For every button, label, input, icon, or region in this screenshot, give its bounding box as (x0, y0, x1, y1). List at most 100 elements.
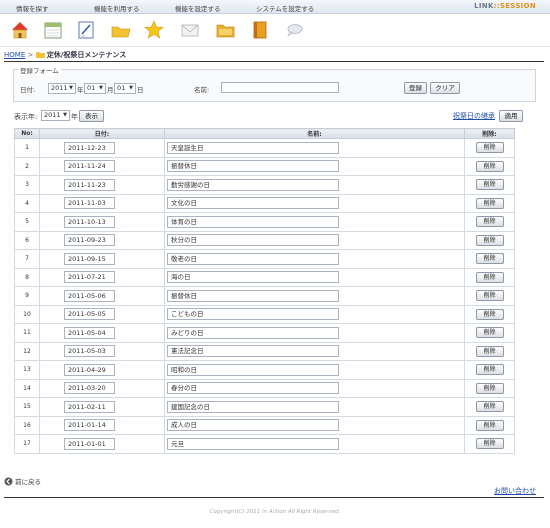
breadcrumb-home-link[interactable]: HOME (4, 51, 25, 59)
table-row: 9 2011-05-06 振替休日 削除 (14, 286, 515, 306)
date-input[interactable]: 2011-02-11 (64, 400, 115, 413)
table-row: 7 2011-09-15 敬老の日 削除 (14, 249, 515, 269)
nav-configure-features[interactable]: 機能を設定する (175, 3, 221, 13)
display-year-select[interactable]: 2011 ▼ (41, 110, 70, 121)
delete-button[interactable]: 削除 (475, 197, 504, 209)
dropdown-arrow-icon: ▼ (69, 85, 73, 91)
date-cell: 2011-02-11 (39, 397, 165, 417)
contact-link[interactable]: お問い合わせ (494, 486, 536, 496)
date-input[interactable]: 2011-01-14 (64, 419, 115, 432)
delete-button[interactable]: 削除 (475, 327, 504, 339)
register-button[interactable]: 登録 (404, 82, 427, 94)
date-input[interactable]: 2011-01-01 (64, 437, 115, 450)
date-cell: 2011-11-03 (39, 193, 165, 213)
date-input[interactable]: 2011-03-20 (64, 382, 115, 395)
date-input[interactable]: 2011-05-05 (64, 308, 115, 321)
holiday-name-input[interactable]: 天皇誕生日 (167, 141, 339, 154)
mail-icon[interactable] (180, 20, 200, 40)
row-number: 6 (14, 230, 40, 250)
chat-icon[interactable] (284, 20, 304, 40)
delete-button[interactable]: 削除 (475, 179, 504, 191)
name-cell: 昭和の日 (164, 360, 465, 380)
delete-button[interactable]: 削除 (475, 364, 504, 376)
folder-open-icon[interactable] (216, 20, 236, 40)
holiday-name-input[interactable]: 海の日 (167, 271, 339, 284)
dropdown-arrow-icon: ▼ (99, 85, 103, 91)
holiday-name-input[interactable]: 昭和の日 (167, 363, 339, 376)
nav-use-features[interactable]: 機能を利用する (94, 3, 140, 13)
delete-button[interactable]: 削除 (475, 308, 504, 320)
delete-button[interactable]: 削除 (475, 142, 504, 154)
name-input[interactable] (221, 82, 339, 93)
home-icon[interactable] (10, 20, 30, 40)
apply-button[interactable]: 適用 (499, 110, 523, 122)
back-link[interactable]: 前に戻る (4, 476, 41, 486)
delete-button[interactable]: 削除 (475, 401, 504, 413)
date-input[interactable]: 2011-07-21 (64, 271, 115, 284)
nav-configure-system[interactable]: システムを設定する (256, 3, 314, 13)
delete-button[interactable]: 削除 (475, 290, 504, 302)
holiday-name-input[interactable]: 振替休日 (167, 289, 339, 302)
holiday-name-input[interactable]: 敬老の日 (167, 252, 339, 265)
delete-button[interactable]: 削除 (475, 160, 504, 172)
date-input[interactable]: 2011-05-03 (64, 345, 115, 358)
holiday-name-input[interactable]: 勤労感謝の日 (167, 178, 339, 191)
holiday-name-input[interactable]: みどりの日 (167, 326, 339, 339)
delete-cell: 削除 (464, 249, 515, 269)
holiday-name-input[interactable]: 成人の日 (167, 419, 339, 432)
date-input[interactable]: 2011-11-23 (64, 178, 115, 191)
holiday-name-input[interactable]: 春分の日 (167, 382, 339, 395)
clear-button[interactable]: クリア (430, 82, 460, 94)
star-icon[interactable] (144, 20, 164, 40)
delete-button[interactable]: 削除 (475, 234, 504, 246)
form-legend: 登録フォーム (18, 65, 61, 75)
breadcrumb: HOME > 定休/祝祭日メンテナンス (4, 50, 126, 60)
date-input[interactable]: 2011-12-23 (64, 141, 115, 154)
delete-button[interactable]: 削除 (475, 271, 504, 283)
date-input[interactable]: 2011-05-06 (64, 289, 115, 302)
holiday-name-input[interactable]: 体育の日 (167, 215, 339, 228)
brand-logo: LINK::SESSION (474, 2, 536, 10)
holiday-name-input[interactable]: 秋分の日 (167, 234, 339, 247)
date-input[interactable]: 2011-04-29 (64, 363, 115, 376)
date-input[interactable]: 2011-09-23 (64, 234, 115, 247)
name-cell: 成人の日 (164, 415, 465, 435)
delete-cell: 削除 (464, 415, 515, 435)
row-number: 16 (14, 415, 40, 435)
date-input[interactable]: 2011-11-24 (64, 160, 115, 173)
holiday-name-input[interactable]: こどもの日 (167, 308, 339, 321)
breadcrumb-divider (4, 61, 544, 62)
show-button[interactable]: 表示 (79, 110, 104, 122)
date-input[interactable]: 2011-10-13 (64, 215, 115, 228)
inherit-holidays-link[interactable]: 祝祭日の継承 (453, 111, 495, 121)
date-input[interactable]: 2011-05-04 (64, 326, 115, 339)
delete-button[interactable]: 削除 (475, 253, 504, 265)
holiday-name-input[interactable]: 振替休日 (167, 160, 339, 173)
row-number: 5 (14, 212, 40, 232)
name-cell: 元旦 (164, 434, 465, 454)
delete-button[interactable]: 削除 (475, 419, 504, 431)
name-label: 名前: (194, 86, 210, 94)
date-cell: 2011-05-04 (39, 323, 165, 343)
edit-icon[interactable] (76, 20, 96, 40)
calendar-icon[interactable] (43, 20, 63, 40)
delete-cell: 削除 (464, 267, 515, 287)
delete-button[interactable]: 削除 (475, 438, 504, 450)
name-cell: 文化の日 (164, 193, 465, 213)
year-select[interactable]: 2011 ▼ (48, 83, 76, 94)
date-input[interactable]: 2011-09-15 (64, 252, 115, 265)
month-select[interactable]: 01 ▼ (84, 83, 106, 94)
holiday-name-input[interactable]: 建国記念の日 (167, 400, 339, 413)
holiday-name-input[interactable]: 文化の日 (167, 197, 339, 210)
delete-button[interactable]: 削除 (475, 345, 504, 357)
address-book-icon[interactable] (250, 20, 270, 40)
folder-icon[interactable] (111, 20, 131, 40)
delete-cell: 削除 (464, 156, 515, 176)
delete-button[interactable]: 削除 (475, 216, 504, 228)
nav-search-info[interactable]: 情報を探す (16, 3, 49, 13)
holiday-name-input[interactable]: 元旦 (167, 437, 339, 450)
day-select[interactable]: 01 ▼ (114, 83, 136, 94)
delete-button[interactable]: 削除 (475, 382, 504, 394)
date-input[interactable]: 2011-11-03 (64, 197, 115, 210)
holiday-name-input[interactable]: 憲法記念日 (167, 345, 339, 358)
